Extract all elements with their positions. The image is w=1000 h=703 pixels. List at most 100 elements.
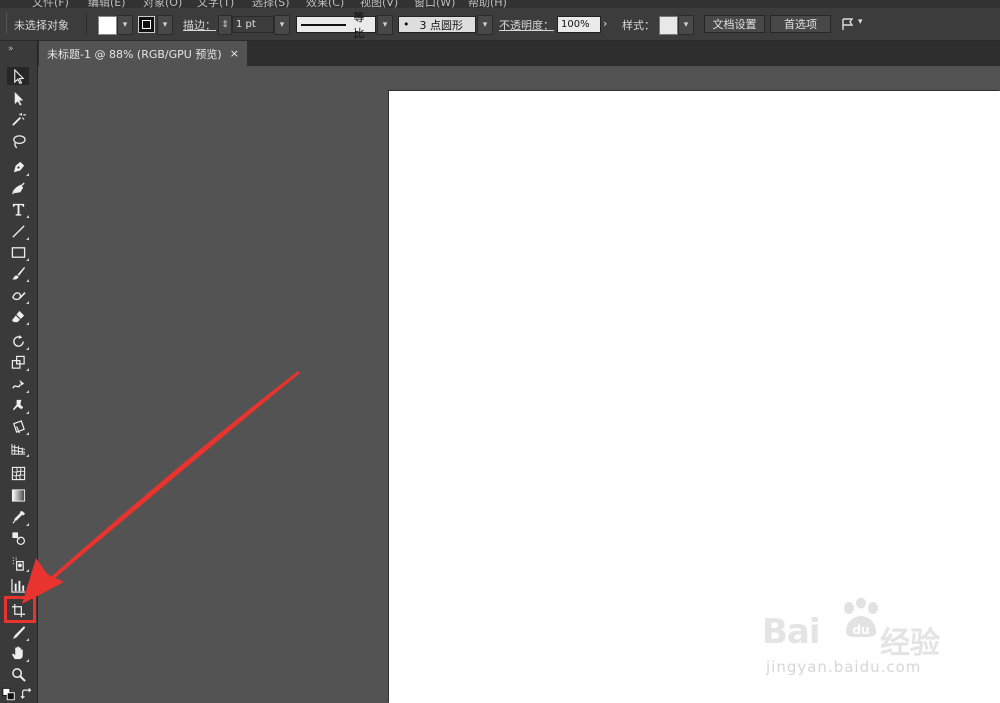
rotate-tool-icon[interactable] [7, 332, 29, 350]
divider [86, 14, 87, 34]
stroke-weight-field[interactable]: 1 pt [232, 16, 274, 33]
flyout-indicator [26, 215, 29, 218]
watermark-url: jingyan.baidu.com [766, 658, 922, 676]
lasso-tool-icon[interactable] [7, 132, 29, 150]
stepper-icon: ⇕ [221, 20, 229, 30]
flyout-indicator [26, 659, 29, 662]
blend-tool-icon[interactable] [7, 529, 29, 547]
stroke-swatch-inner [142, 20, 151, 29]
baidu-jingyan-watermark: du Bai 经验 jingyan.baidu.com [762, 598, 962, 688]
style-swatch[interactable] [659, 16, 678, 35]
profile-dropdown[interactable]: ▾ [377, 15, 393, 35]
free-transform-tool-icon[interactable] [7, 417, 29, 435]
menu-help[interactable]: 帮助(H) [468, 0, 507, 8]
warp-tool-icon[interactable] [7, 375, 29, 393]
flyout-indicator [26, 454, 29, 457]
chevron-down-icon: ▾ [279, 20, 285, 30]
watermark-brand: Bai [762, 612, 821, 652]
flyout-indicator [26, 523, 29, 526]
brush-label: 3 点圆形 [419, 18, 464, 32]
document-tab-title: 未标题-1 @ 88% (RGB/GPU 预览) [47, 47, 222, 61]
menu-type[interactable]: 文字(T) [197, 0, 234, 8]
watermark-brand-tail: du [852, 623, 869, 637]
chevron-down-icon: ▾ [683, 20, 689, 30]
slice-tool-icon[interactable] [7, 623, 29, 641]
flyout-indicator [26, 173, 29, 176]
flyout-indicator [26, 279, 29, 282]
chevron-right-icon[interactable]: › [603, 17, 607, 30]
document-tab[interactable]: 未标题-1 @ 88% (RGB/GPU 预览) × [39, 41, 247, 66]
paw-icon: du [844, 598, 878, 637]
symbol-sprayer-tool-icon[interactable] [7, 554, 29, 572]
preferences-button[interactable]: 首选项 [770, 15, 831, 33]
stroke-weight-dropdown[interactable]: ▾ [274, 15, 290, 35]
flyout-indicator [26, 411, 29, 414]
curvature-tool-icon[interactable] [7, 179, 29, 197]
flyout-indicator [26, 237, 29, 240]
magic-wand-tool-icon[interactable] [7, 110, 29, 128]
chevron-down-icon: ▾ [162, 20, 168, 30]
chevron-down-icon: ▾ [482, 20, 488, 30]
document-setup-button[interactable]: 文档设置 [704, 15, 765, 33]
brush-dropdown[interactable]: ▾ [477, 15, 493, 35]
flyout-indicator [26, 301, 29, 304]
flyout-indicator [26, 432, 29, 435]
swap-fill-stroke-icon[interactable] [20, 687, 34, 701]
flyout-indicator [26, 322, 29, 325]
pen-tool-icon[interactable] [7, 158, 29, 176]
zoom-tool-icon[interactable] [7, 665, 29, 683]
collapse-toolbox-icon[interactable]: » [8, 44, 13, 54]
menu-effect[interactable]: 效果(C) [306, 0, 344, 8]
variable-width-profile[interactable]: 等比 [296, 11, 376, 40]
brush-definition[interactable]: • 3 点圆形 [398, 16, 476, 33]
brush-dot-icon: • [403, 18, 410, 31]
paintbrush-tool-icon[interactable] [7, 264, 29, 282]
rectangle-tool-icon[interactable] [7, 243, 29, 261]
style-label: 样式： [622, 19, 655, 32]
flyout-indicator [26, 390, 29, 393]
menu-object[interactable]: 对象(O) [143, 0, 182, 8]
chevron-down-icon[interactable]: ▾ [858, 17, 863, 27]
opacity-field[interactable]: 100% [557, 16, 601, 33]
line-segment-tool-icon[interactable] [7, 222, 29, 240]
stroke-swatch[interactable] [138, 16, 155, 33]
puppet-warp-tool-icon[interactable] [7, 396, 29, 414]
flyout-indicator [26, 569, 29, 572]
type-tool-icon[interactable] [7, 200, 29, 218]
flyout-indicator [26, 638, 29, 641]
control-bar: 未选择对象 ▾ ▾ 描边： ⇕ 1 pt ▾ 等比 ▾ • 3 点圆形 ▾ 不透… [0, 8, 1000, 41]
gradient-tool-icon[interactable] [7, 486, 29, 504]
fill-dropdown[interactable]: ▾ [117, 15, 133, 35]
shaper-tool-icon[interactable] [7, 286, 29, 304]
flyout-indicator [26, 368, 29, 371]
direct-selection-tool-icon[interactable] [7, 89, 29, 107]
mesh-tool-icon[interactable] [7, 464, 29, 482]
arrange-documents-icon[interactable] [840, 15, 856, 33]
default-fill-stroke-icon[interactable] [2, 687, 16, 701]
stroke-weight-stepper[interactable]: ⇕ [218, 15, 232, 35]
chevron-down-icon: ▾ [122, 20, 128, 30]
selection-tool-icon[interactable] [7, 67, 29, 85]
watermark-title: 经验 [880, 626, 940, 661]
flyout-indicator [26, 591, 29, 594]
close-icon[interactable]: × [230, 47, 239, 60]
fill-swatch[interactable] [98, 16, 117, 35]
menu-select[interactable]: 选择(S) [252, 0, 290, 8]
chevron-down-icon: ▾ [382, 20, 388, 30]
stroke-profile-preview [301, 23, 346, 26]
menu-file[interactable]: 文件(F) [32, 0, 69, 8]
eyedropper-tool-icon[interactable] [7, 508, 29, 526]
style-dropdown[interactable]: ▾ [678, 15, 694, 35]
menu-view[interactable]: 视图(V) [360, 0, 398, 8]
menu-edit[interactable]: 编辑(E) [88, 0, 126, 8]
opacity-label[interactable]: 不透明度： [499, 17, 554, 33]
eraser-tool-icon[interactable] [7, 307, 29, 325]
hand-tool-icon[interactable] [7, 644, 29, 662]
scale-tool-icon[interactable] [7, 353, 29, 371]
stroke-label[interactable]: 描边： [183, 17, 216, 33]
menu-window[interactable]: 窗口(W) [414, 0, 455, 8]
perspective-grid-tool-icon[interactable] [7, 439, 29, 457]
column-graph-tool-icon[interactable] [7, 576, 29, 594]
menu-bar: 文件(F) 编辑(E) 对象(O) 文字(T) 选择(S) 效果(C) 视图(V… [0, 0, 1000, 8]
stroke-dropdown[interactable]: ▾ [157, 15, 173, 35]
